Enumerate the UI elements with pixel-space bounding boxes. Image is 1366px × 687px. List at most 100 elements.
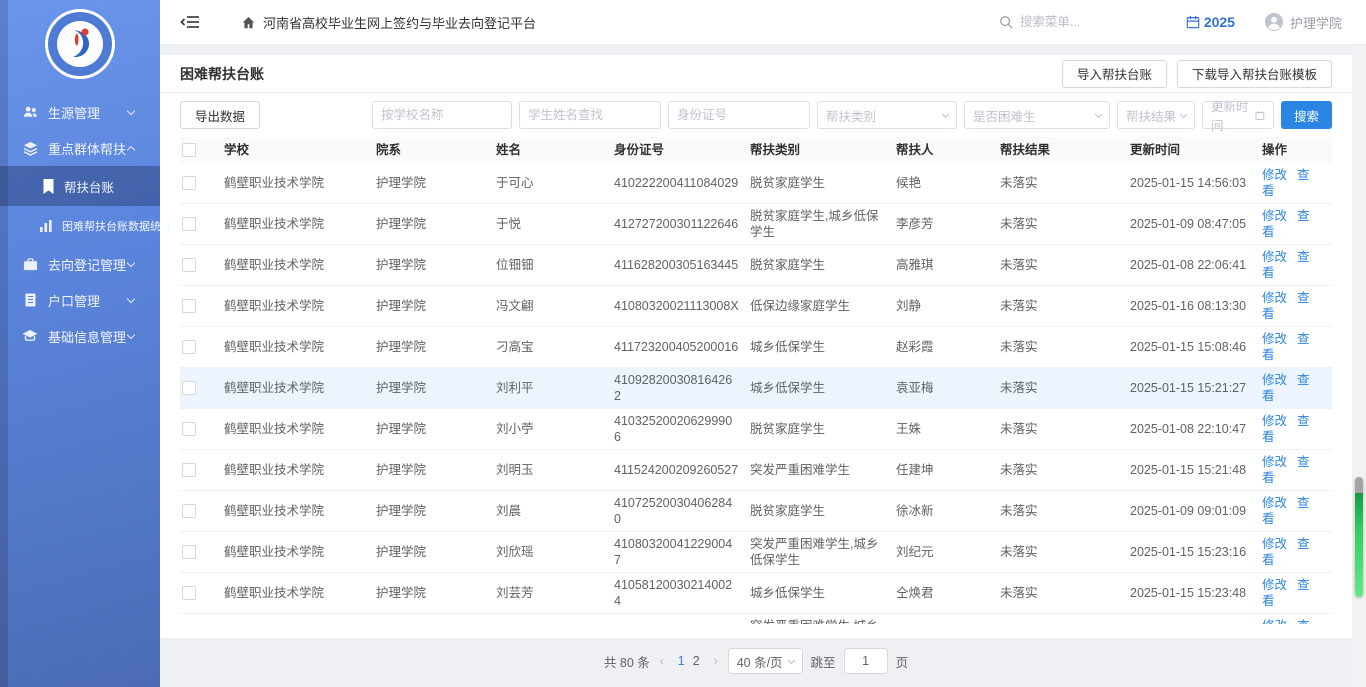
category-select[interactable]: 帮扶类别 xyxy=(817,101,957,129)
row-checkbox[interactable] xyxy=(182,258,196,272)
row-checkbox[interactable] xyxy=(182,176,196,190)
cell-category: 脱贫家庭学生 xyxy=(750,175,896,191)
edit-link[interactable]: 修改 xyxy=(1262,578,1287,592)
import-ledger-button[interactable]: 导入帮扶台账 xyxy=(1062,60,1167,88)
result-select[interactable]: 帮扶结果 xyxy=(1117,101,1195,129)
sidebar-item-briefcase[interactable]: 去向登记管理 xyxy=(0,246,160,282)
cell-id: 411524200209260527 xyxy=(614,462,750,478)
prev-page-button[interactable]: ‹ xyxy=(658,654,666,668)
cell-helper: 刘静 xyxy=(896,298,1000,314)
cell-result: 未落实 xyxy=(1000,462,1130,478)
next-page-button[interactable]: › xyxy=(712,654,720,668)
cell-result: 未落实 xyxy=(1000,544,1130,560)
cell-category: 脱贫家庭学生 xyxy=(750,257,896,273)
cell-result: 未落实 xyxy=(1000,585,1130,601)
sidebar-item-label: 去向登记管理 xyxy=(48,255,126,274)
cell-time: 2025-01-15 15:23:16 xyxy=(1130,544,1262,560)
edit-link[interactable]: 修改 xyxy=(1262,496,1287,510)
row-checkbox[interactable] xyxy=(182,340,196,354)
cell-name: 刘晨 xyxy=(496,503,614,519)
sidebar-item-notebook[interactable]: 户口管理 xyxy=(0,282,160,318)
table-row: 鹤壁职业技术学院 护理学院 于悦 412727200301122646 脱贫家庭… xyxy=(180,204,1332,245)
edit-link[interactable]: 修改 xyxy=(1262,619,1287,624)
edit-link[interactable]: 修改 xyxy=(1262,209,1287,223)
cell-result: 未落实 xyxy=(1000,257,1130,273)
total-count: 共 80 条 xyxy=(604,652,650,671)
sidebar-item-label: 帮扶台账 xyxy=(64,177,114,196)
cell-result: 未落实 xyxy=(1000,380,1130,396)
year-selector[interactable]: 2025 xyxy=(1186,14,1235,30)
sidebar-item-users[interactable]: 生源管理 xyxy=(0,94,160,130)
jump-page-input[interactable] xyxy=(844,648,888,674)
column-header: 更新时间 xyxy=(1130,142,1262,158)
sidebar: 生源管理重点群体帮扶帮扶台账困难帮扶台账数据统计去向登记管理户口管理基础信息管理 xyxy=(0,0,160,687)
cell-helper: 赵彩霞 xyxy=(896,339,1000,355)
cell-actions: 修改查看 xyxy=(1262,495,1332,527)
cell-dept: 护理学院 xyxy=(376,544,496,560)
sidebar-item-layers[interactable]: 重点群体帮扶 xyxy=(0,130,160,166)
is-poor-select[interactable]: 是否困难生 xyxy=(964,101,1110,129)
column-header: 帮扶类别 xyxy=(750,142,896,158)
row-checkbox[interactable] xyxy=(182,299,196,313)
update-time-picker[interactable]: 更新时间 xyxy=(1202,101,1274,129)
cell-time: 2025-01-16 08:13:30 xyxy=(1130,298,1262,314)
edit-link[interactable]: 修改 xyxy=(1262,414,1287,428)
row-checkbox[interactable] xyxy=(182,586,196,600)
edit-link[interactable]: 修改 xyxy=(1262,537,1287,551)
update-time-label: 更新时间 xyxy=(1211,96,1255,134)
cell-category: 脱贫家庭学生 xyxy=(750,421,896,437)
sidebar-item-book[interactable]: 帮扶台账 xyxy=(0,166,160,206)
menu-search-input[interactable] xyxy=(1020,15,1130,29)
select-all-checkbox[interactable] xyxy=(182,143,196,157)
avatar-icon xyxy=(1265,13,1283,31)
id-number-input[interactable] xyxy=(668,101,810,129)
table-header: 学校院系姓名身份证号帮扶类别帮扶人帮扶结果更新时间操作 xyxy=(180,137,1332,163)
sidebar-item-cap[interactable]: 基础信息管理 xyxy=(0,318,160,354)
table-row: 鹤壁职业技术学院 护理学院 冯文翩 41080320021113008X 低保边… xyxy=(180,286,1332,327)
home-icon xyxy=(242,16,255,29)
cell-school: 鹤壁职业技术学院 xyxy=(224,175,376,191)
school-name-input[interactable] xyxy=(372,101,512,129)
export-data-button[interactable]: 导出数据 xyxy=(180,101,260,129)
row-checkbox[interactable] xyxy=(182,381,196,395)
scrollbar-thumb[interactable] xyxy=(1355,477,1363,597)
edit-link[interactable]: 修改 xyxy=(1262,168,1287,182)
row-checkbox[interactable] xyxy=(182,217,196,231)
chart-icon xyxy=(38,218,54,234)
row-checkbox[interactable] xyxy=(182,545,196,559)
cap-icon xyxy=(22,328,38,344)
search-icon xyxy=(999,15,1013,29)
user-menu[interactable]: 护理学院 xyxy=(1265,13,1342,32)
edit-link[interactable]: 修改 xyxy=(1262,250,1287,264)
cell-actions: 修改查看 xyxy=(1262,208,1332,240)
cell-name: 刘芸芳 xyxy=(496,585,614,601)
edit-link[interactable]: 修改 xyxy=(1262,291,1287,305)
cell-school: 鹤壁职业技术学院 xyxy=(224,298,376,314)
sidebar-item-chart[interactable]: 困难帮扶台账数据统计 xyxy=(0,206,160,246)
cell-helper: 任建坤 xyxy=(896,462,1000,478)
page-size-select[interactable]: 40 条/页 xyxy=(728,648,803,674)
header-right: 2025 护理学院 xyxy=(999,13,1342,32)
edit-link[interactable]: 修改 xyxy=(1262,332,1287,346)
cell-actions: 修改查看 xyxy=(1262,454,1332,486)
cell-actions: 修改查看 xyxy=(1262,331,1332,363)
page-number-1[interactable]: 1 xyxy=(674,654,689,668)
download-template-button[interactable]: 下载导入帮扶台账模板 xyxy=(1177,60,1332,88)
row-checkbox[interactable] xyxy=(182,422,196,436)
page-number-2[interactable]: 2 xyxy=(689,654,704,668)
cell-id: 41058120030214002 4 xyxy=(614,577,750,609)
cell-name: 刘明玉 xyxy=(496,462,614,478)
menu-search[interactable] xyxy=(999,15,1130,29)
edit-link[interactable]: 修改 xyxy=(1262,455,1287,469)
row-checkbox[interactable] xyxy=(182,463,196,477)
collapse-sidebar-icon[interactable] xyxy=(180,13,200,31)
search-button[interactable]: 搜索 xyxy=(1281,101,1332,129)
scrollbar-track[interactable] xyxy=(1352,45,1366,687)
row-checkbox[interactable] xyxy=(182,504,196,518)
main-card: 困难帮扶台账 导入帮扶台账 下载导入帮扶台账模板 导出数据 帮扶类别 是否困难生… xyxy=(160,55,1352,638)
edit-link[interactable]: 修改 xyxy=(1262,373,1287,387)
column-header: 学校 xyxy=(224,142,376,158)
student-name-input[interactable] xyxy=(519,101,661,129)
cell-name: 于可心 xyxy=(496,175,614,191)
cell-result: 未落实 xyxy=(1000,175,1130,191)
